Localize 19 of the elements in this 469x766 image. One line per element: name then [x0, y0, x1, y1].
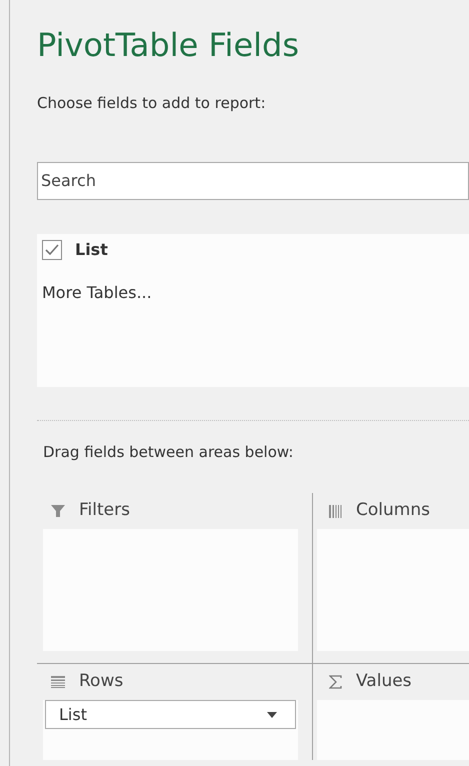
more-tables-link[interactable]: More Tables... — [37, 280, 469, 304]
area-label: Columns — [356, 499, 430, 522]
filter-icon — [51, 504, 65, 518]
choose-label: Choose fields to add to report: — [37, 93, 267, 114]
drag-label: Drag fields between areas below: — [42, 442, 294, 462]
search-field[interactable]: Search — [37, 162, 469, 200]
field-checkbox[interactable] — [42, 240, 62, 260]
area-label: Filters — [79, 499, 130, 522]
caret-icon — [267, 712, 277, 718]
field-label: List — [75, 238, 108, 260]
sigma-icon — [329, 675, 342, 689]
area-label: Rows — [79, 670, 124, 694]
panel-title: PivotTable Fields — [37, 25, 300, 65]
rows-icon — [51, 676, 65, 688]
area-label: Values — [356, 670, 412, 694]
columns-icon — [329, 504, 342, 518]
check-icon — [45, 244, 59, 255]
field-dropdown[interactable]: List — [45, 700, 296, 729]
drop-area[interactable]: List — [43, 700, 298, 760]
